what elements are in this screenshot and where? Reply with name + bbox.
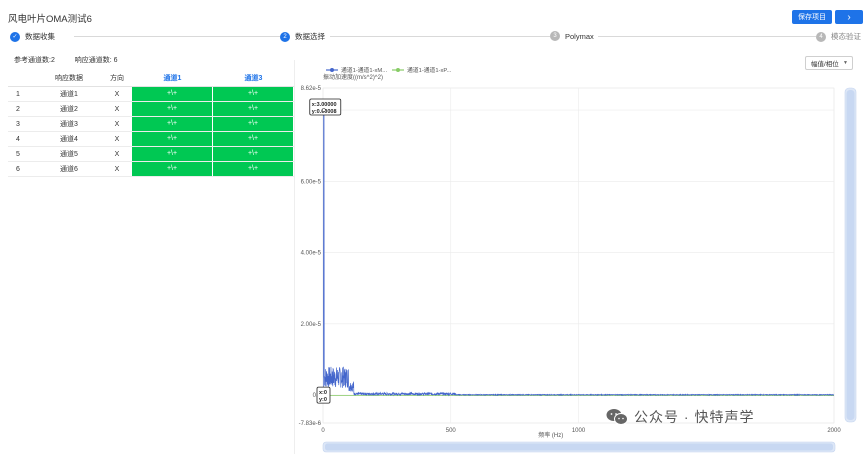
row-direction: X [114, 120, 120, 128]
cell-channel-3[interactable]: +\+ [213, 147, 294, 161]
table-row: 4 通道4 X +\+ +\+ [8, 132, 294, 147]
row-response: 通道2 [60, 106, 78, 113]
cell-channel-1[interactable]: +\+ [132, 132, 213, 146]
step-connector-2 [330, 36, 550, 37]
watermark-text: 公众号 · 快特声学 [634, 409, 755, 425]
cell-channel-3[interactable]: +\+ [213, 132, 294, 146]
y-tick-label: 8.62e-5 [301, 86, 322, 92]
legend-marker-series-2 [396, 68, 400, 72]
step-connector-1 [74, 36, 280, 37]
header-channel-1[interactable]: 通道1 [132, 73, 213, 83]
cell-channel-3[interactable]: +\+ [213, 87, 294, 101]
x-zoom-scrollbar-thumb[interactable] [325, 443, 833, 451]
cell-channel-3[interactable]: +\+ [213, 162, 294, 176]
channel-counts: 参考通道数:2 响应通道数: 6 [14, 55, 136, 65]
row-index: 4 [16, 135, 20, 143]
cell-channel-3[interactable]: +\+ [213, 102, 294, 116]
response-channel-count: 响应通道数: 6 [74, 57, 118, 64]
stepper: ✓ 数据收集 2 数据选择 3 Polymax 4 模态验证 [0, 28, 865, 44]
row-response: 通道4 [60, 136, 78, 143]
x-axis-label: 频率 (Hz) [538, 431, 563, 439]
legend-label-series-1[interactable]: 通道1-通道1-xM... [341, 66, 387, 74]
row-direction: X [114, 165, 120, 173]
table-row: 3 通道3 X +\+ +\+ [8, 117, 294, 132]
step-label: 数据收集 [25, 32, 55, 41]
reference-channel-count: 参考通道数:2 [14, 57, 55, 64]
step-number: 4 [816, 31, 826, 42]
cell-channel-1[interactable]: +\+ [132, 117, 213, 131]
step-connector-3 [596, 36, 816, 37]
step-modal-validation[interactable]: 4 模态验证 [816, 31, 865, 42]
row-index: 3 [16, 120, 20, 128]
row-index: 2 [16, 105, 20, 113]
cell-channel-1[interactable]: +\+ [132, 162, 213, 176]
step-label: 模态验证 [831, 32, 861, 41]
x-tick-label: 1000 [572, 428, 586, 434]
peak-tooltip-x: x:3.00000 [312, 102, 337, 108]
y-zoom-scrollbar-thumb[interactable] [846, 90, 855, 420]
cell-channel-1[interactable]: +\+ [132, 147, 213, 161]
x-tick-label: 0 [321, 428, 325, 434]
step-data-selection[interactable]: 2 数据选择 [280, 31, 329, 42]
row-direction: X [114, 150, 120, 158]
row-index: 1 [16, 90, 20, 98]
header-channel-3[interactable]: 通道3 [213, 73, 294, 83]
origin-tooltip-x: x:0 [319, 390, 327, 396]
legend-marker-series-1 [330, 68, 334, 72]
row-response: 通道1 [60, 91, 78, 98]
row-direction: X [114, 135, 120, 143]
step-data-collection[interactable]: ✓ 数据收集 [10, 31, 59, 42]
watermark: 公众号 · 快特声学 [606, 407, 754, 427]
table-header-row: 响应数据 方向 通道1 通道3 [8, 70, 294, 87]
y-tick-label: 2.00e-5 [301, 322, 322, 328]
table-body: 1 通道1 X +\+ +\+ 2 通道2 X +\+ +\+ 3 通道3 X +\+ +\+ 4 通道4 X +\… [8, 87, 294, 177]
peak-marker [321, 108, 326, 112]
origin-tooltip-y: y:0 [319, 397, 327, 403]
channel-table: 响应数据 方向 通道1 通道3 1 通道1 X +\+ +\+ 2 通道2 X +\+ +\+ 3 通… [8, 70, 294, 177]
spectrum-chart-panel: 幅值/相位 ▼ 8.62e-58.06.00e-54.00e-52.00e-50… [296, 50, 865, 456]
row-direction: X [114, 105, 120, 113]
table-row: 1 通道1 X +\+ +\+ [8, 87, 294, 102]
spectrum-chart[interactable]: 8.62e-58.06.00e-54.00e-52.00e-50.0-7.83e… [296, 50, 865, 456]
step-label: Polymax [565, 31, 594, 41]
header: 风电叶片OMA测试6 保存项目 › [0, 0, 865, 28]
row-response: 通道5 [60, 151, 78, 158]
next-step-button[interactable]: › [835, 10, 863, 24]
panel-divider [294, 60, 295, 454]
legend-label-series-2[interactable]: 通道1-通道1-xP... [407, 66, 452, 74]
save-project-button[interactable]: 保存项目 [792, 10, 832, 24]
row-index: 5 [16, 150, 20, 158]
header-response: 响应数据 [55, 75, 83, 82]
y-tick-label: -7.83e-6 [299, 421, 322, 427]
row-direction: X [114, 90, 120, 98]
y-axis-label: 振动加速度((m/s^2)^2) [323, 73, 383, 81]
cell-channel-1[interactable]: +\+ [132, 87, 213, 101]
row-response: 通道3 [60, 121, 78, 128]
row-index: 6 [16, 165, 20, 173]
cell-channel-3[interactable]: +\+ [213, 117, 294, 131]
y-tick-label: 4.00e-5 [301, 251, 322, 257]
step-polymax[interactable]: 3 Polymax [550, 31, 598, 41]
y-tick-label: 6.00e-5 [301, 179, 322, 185]
channel-selection-panel: 参考通道数:2 响应通道数: 6 响应数据 方向 通道1 通道3 1 通道1 X +\… [8, 50, 294, 454]
header-direction: 方向 [110, 75, 124, 82]
check-icon: ✓ [10, 31, 20, 42]
table-row: 5 通道5 X +\+ +\+ [8, 147, 294, 162]
row-response: 通道6 [60, 166, 78, 173]
step-label: 数据选择 [295, 32, 325, 41]
wechat-icon [606, 408, 628, 426]
cell-channel-1[interactable]: +\+ [132, 102, 213, 116]
x-tick-label: 500 [446, 428, 457, 434]
app-title: 风电叶片OMA测试6 [8, 14, 92, 25]
x-tick-label: 2000 [827, 428, 841, 434]
step-number: 3 [550, 31, 560, 41]
step-number: 2 [280, 31, 290, 42]
table-row: 2 通道2 X +\+ +\+ [8, 102, 294, 117]
table-row: 6 通道6 X +\+ +\+ [8, 162, 294, 177]
